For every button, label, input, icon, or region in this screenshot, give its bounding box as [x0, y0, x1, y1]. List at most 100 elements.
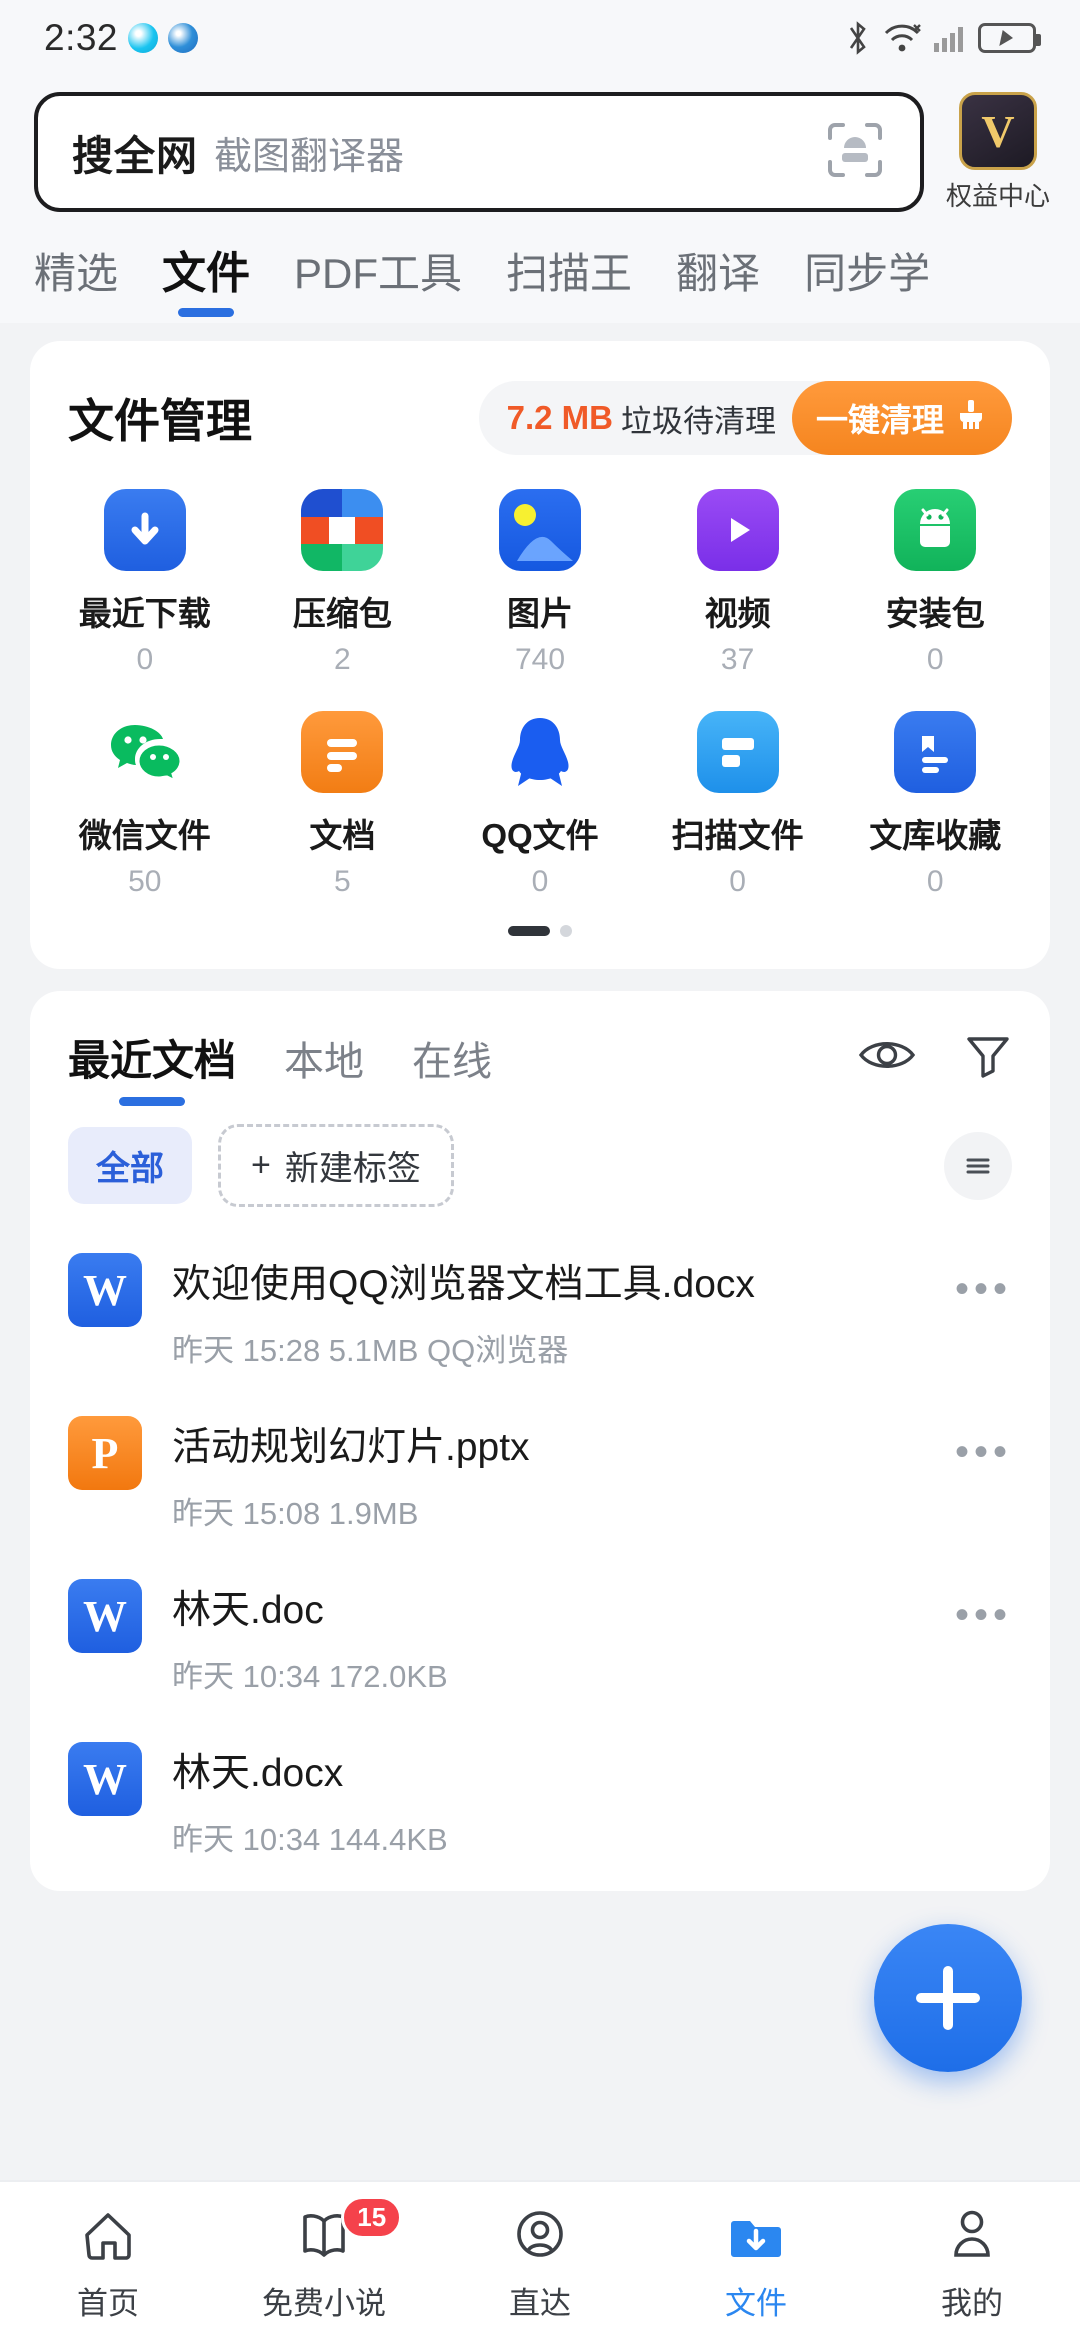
top-tabs[interactable]: 精选 文件 PDF工具 扫描王 翻译 同步学 — [0, 213, 1080, 323]
file-info: 活动规划幻灯片.pptx 昨天 15:08 1.9MB — [172, 1416, 955, 1533]
nav-free-novels[interactable]: 15 免费小说 — [216, 2195, 432, 2323]
search-row: 搜全网 截图翻译器 V 权益中心 — [0, 76, 1080, 213]
table-row[interactable]: W 林天.docx 昨天 10:34 144.4KB — [68, 1718, 1012, 1881]
category-recent-downloads[interactable]: 最近下载 0 — [46, 489, 244, 677]
video-icon — [696, 489, 779, 571]
document-icon — [301, 711, 384, 793]
word-file-icon: W — [68, 1253, 142, 1327]
category-images[interactable]: 图片 740 — [441, 489, 639, 677]
tag-all-button[interactable]: 全部 — [68, 1127, 192, 1204]
category-count: 0 — [531, 865, 549, 898]
tab-translate[interactable]: 翻译 — [676, 240, 760, 323]
category-label: 最近下载 — [78, 595, 211, 632]
bluetooth-icon — [845, 20, 871, 56]
tab-sync-learn[interactable]: 同步学 — [804, 240, 930, 323]
tab-local[interactable]: 本地 — [284, 1029, 364, 1107]
list-menu-icon[interactable] — [944, 1131, 1012, 1200]
tab-online[interactable]: 在线 — [412, 1029, 492, 1107]
category-wechat-files[interactable]: 微信文件 50 — [46, 711, 244, 899]
category-count: 5 — [334, 865, 351, 898]
category-count: 50 — [128, 865, 162, 898]
nav-direct[interactable]: 直达 — [432, 2200, 648, 2323]
eye-icon[interactable] — [858, 1035, 916, 1080]
word-file-icon: W — [68, 1579, 142, 1653]
tab-recent-documents[interactable]: 最近文档 — [68, 1027, 236, 1108]
category-count: 37 — [720, 643, 755, 676]
category-scanned-files[interactable]: 扫描文件 0 — [639, 711, 837, 899]
recent-documents-tabs[interactable]: 最近文档 本地 在线 — [30, 991, 1050, 1108]
folder-download-icon — [725, 2200, 787, 2272]
category-qq-files[interactable]: QQ文件 0 — [441, 711, 639, 899]
tab-files[interactable]: 文件 — [162, 237, 250, 323]
scanner-icon — [696, 711, 779, 793]
category-label: 扫描文件 — [671, 817, 804, 854]
table-row[interactable]: P 活动规划幻灯片.pptx 昨天 15:08 1.9MB ••• — [68, 1392, 1012, 1555]
notification-dot-icon — [128, 23, 159, 53]
word-file-icon: W — [68, 1742, 142, 1816]
category-documents[interactable]: 文档 5 — [244, 711, 442, 899]
carousel-dot-active — [508, 926, 550, 936]
category-label: 微信文件 — [78, 817, 211, 854]
tag-filter-row: 全部 + 新建标签 — [30, 1108, 1050, 1207]
category-label: 压缩包 — [292, 595, 392, 632]
category-videos[interactable]: 视频 37 — [639, 489, 837, 677]
category-count: 2 — [334, 643, 351, 676]
status-bar-right — [845, 20, 1041, 56]
one-click-clean-button[interactable]: 一键清理 — [791, 381, 1012, 455]
nav-mine[interactable]: 我的 — [864, 2200, 1080, 2323]
category-label: 文库收藏 — [869, 817, 1002, 854]
tab-scan-king[interactable]: 扫描王 — [506, 240, 632, 323]
nav-label: 首页 — [77, 2285, 139, 2321]
download-icon — [103, 489, 186, 571]
search-scope-label: 搜全网 — [72, 133, 198, 179]
add-file-fab[interactable] — [874, 1924, 1022, 2072]
more-options-icon[interactable]: ••• — [955, 1416, 1012, 1475]
search-placeholder: 截图翻译器 — [214, 135, 405, 178]
file-info: 林天.doc 昨天 10:34 172.0KB — [172, 1579, 955, 1696]
vip-center-button[interactable]: V 权益中心 — [938, 92, 1058, 213]
person-icon — [941, 2200, 1003, 2272]
file-name: 林天.docx — [172, 1752, 344, 1795]
more-options-icon[interactable]: ••• — [955, 1253, 1012, 1312]
file-info: 欢迎使用QQ浏览器文档工具.docx 昨天 15:28 5.1MB QQ浏览器 — [172, 1253, 955, 1370]
scan-icon[interactable] — [824, 119, 886, 186]
new-tag-button[interactable]: + 新建标签 — [218, 1124, 454, 1207]
archive-icon — [301, 489, 384, 571]
tab-pdf-tools[interactable]: PDF工具 — [294, 240, 462, 323]
category-label: 文档 — [309, 817, 376, 854]
category-library-favorites[interactable]: 文库收藏 0 — [836, 711, 1034, 899]
status-bar: 2:32 — [0, 0, 1080, 76]
status-bar-left: 2:32 — [44, 17, 199, 59]
broom-icon — [954, 397, 988, 439]
table-row[interactable]: W 欢迎使用QQ浏览器文档工具.docx 昨天 15:28 5.1MB QQ浏览… — [68, 1229, 1012, 1392]
junk-size-value: 7.2 MB — [506, 399, 613, 436]
more-options-icon[interactable]: ••• — [955, 1579, 1012, 1638]
browser-dot-icon — [168, 23, 199, 53]
junk-cleanup-banner[interactable]: 7.2 MB 垃圾待清理 一键清理 — [478, 381, 1012, 455]
vip-center-label: 权益中心 — [945, 181, 1050, 211]
wifi-icon — [882, 21, 922, 55]
table-row[interactable]: W 林天.doc 昨天 10:34 172.0KB ••• — [68, 1555, 1012, 1718]
carousel-dot — [560, 925, 572, 937]
bookmark-doc-icon — [894, 711, 977, 793]
nav-label: 我的 — [941, 2285, 1003, 2321]
filter-icon[interactable] — [964, 1031, 1012, 1084]
home-icon — [77, 2200, 139, 2272]
vip-badge-icon: V — [959, 92, 1037, 170]
file-meta: 昨天 15:08 1.9MB — [172, 1496, 419, 1531]
cellular-icon — [933, 23, 967, 53]
tab-jingxuan[interactable]: 精选 — [34, 240, 118, 323]
one-click-clean-label: 一键清理 — [815, 402, 944, 438]
category-installers[interactable]: 安装包 0 — [836, 489, 1034, 677]
new-tag-label: 新建标签 — [284, 1150, 421, 1188]
recent-documents-actions — [858, 1031, 1012, 1104]
search-input[interactable]: 搜全网 截图翻译器 — [34, 92, 924, 212]
nav-files[interactable]: 文件 — [648, 2200, 864, 2323]
direct-icon — [509, 2200, 571, 2272]
category-archives[interactable]: 压缩包 2 — [244, 489, 442, 677]
page-body: 文件管理 7.2 MB 垃圾待清理 一键清理 最近下载 0 压缩包 2 图片 7… — [0, 323, 1080, 1891]
file-management-card: 文件管理 7.2 MB 垃圾待清理 一键清理 最近下载 0 压缩包 2 图片 7… — [30, 341, 1050, 969]
nav-home[interactable]: 首页 — [0, 2200, 216, 2323]
image-icon — [498, 489, 581, 571]
carousel-indicator[interactable] — [30, 899, 1050, 969]
